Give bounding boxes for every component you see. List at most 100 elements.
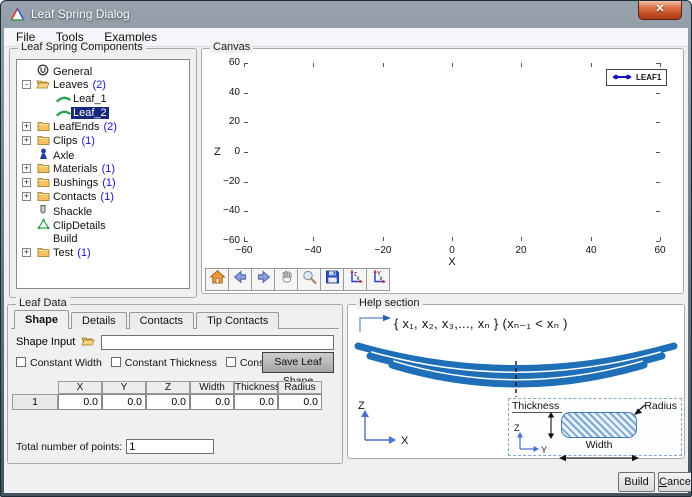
tree-item-clips[interactable]: +Clips(1) xyxy=(20,134,189,148)
constant-width-checkbox[interactable]: Constant Width xyxy=(16,357,102,369)
toolbar-save-button[interactable] xyxy=(320,268,344,291)
formula-row: { x₁, x₂, x₃,..., xₙ } (xₙ₋₁ < xₙ ) xyxy=(358,313,568,338)
tab-contacts[interactable]: Contacts xyxy=(129,312,194,329)
tree-item-axle[interactable]: Axle xyxy=(20,148,189,162)
tick-mark xyxy=(656,93,660,94)
open-folder-icon xyxy=(81,335,95,349)
row-number-cell: 1 xyxy=(12,394,58,410)
tree-item-materials[interactable]: +Materials(1) xyxy=(20,162,189,176)
col-header-y: Y xyxy=(102,381,146,394)
svg-text:Y: Y xyxy=(541,445,547,455)
tree-item-leaves[interactable]: - Leaves(2) xyxy=(20,78,189,92)
home-icon xyxy=(209,269,226,290)
constant-thickness-checkbox[interactable]: Constant Thickness xyxy=(111,357,217,369)
tree-item-label: Axle xyxy=(51,150,76,162)
save-leaf-shape-button[interactable]: Save Leaf Shape xyxy=(262,352,334,373)
leaf-spring-illustration xyxy=(350,337,682,406)
x-tick-label: −60 xyxy=(227,245,261,256)
tree-item-label: Bushings xyxy=(51,177,100,189)
tree-item-leaf-2[interactable]: Leaf_2 xyxy=(20,106,189,120)
shape-input-browse-button[interactable] xyxy=(79,335,97,350)
tick-mark xyxy=(244,241,248,242)
tree-item-count: (2) xyxy=(92,79,105,91)
tick-mark xyxy=(383,63,384,67)
cell-width[interactable]: 0.0 xyxy=(190,394,234,410)
cell-thickness[interactable]: 0.0 xyxy=(234,394,278,410)
canvas-group-label: Canvas xyxy=(210,41,253,53)
folder-icon xyxy=(35,120,51,135)
dialog-body: File Tools Examples Leaf Spring Componen… xyxy=(4,28,688,493)
expander-icon[interactable]: + xyxy=(22,136,31,145)
toolbar-axes-yx-button[interactable]: Yx xyxy=(366,268,390,291)
leaf-spring-dialog-window: Leaf Spring Dialog ✕ File Tools Examples… xyxy=(0,0,692,497)
toolbar-home-button[interactable] xyxy=(205,268,229,291)
toolbar-forward-button[interactable] xyxy=(251,268,275,291)
expander-icon[interactable]: + xyxy=(22,122,31,131)
tick-mark xyxy=(383,237,384,241)
help-group-label: Help section xyxy=(356,297,423,309)
cell-radius[interactable]: 0.0 xyxy=(278,394,322,410)
tree-item-contacts[interactable]: +Contacts(1) xyxy=(20,190,189,204)
canvas-group: Canvas −60−40−2002040606040200−20−40−60 … xyxy=(201,48,684,294)
cancel-button[interactable]: Cancel xyxy=(658,472,692,492)
tree-item-build[interactable]: Build xyxy=(20,232,189,246)
build-button[interactable]: Build xyxy=(618,472,655,492)
cell-x[interactable]: 0.0 xyxy=(58,394,102,410)
expander-icon[interactable]: + xyxy=(22,164,31,173)
leaf-icon xyxy=(55,107,71,121)
tick-mark xyxy=(244,122,248,123)
back-arrow-icon xyxy=(232,269,249,290)
tree-item-leafends[interactable]: +LeafEnds(2) xyxy=(20,120,189,134)
cell-y[interactable]: 0.0 xyxy=(102,394,146,410)
radius-label: Radius xyxy=(644,400,677,412)
toolbar-back-button[interactable] xyxy=(228,268,252,291)
x-tick-label: 40 xyxy=(574,245,608,256)
tree-item-label: Leaves xyxy=(51,79,90,91)
expander-icon[interactable]: + xyxy=(22,178,31,187)
tab-shape[interactable]: Shape xyxy=(14,310,69,329)
tick-mark xyxy=(656,241,660,242)
x-tick-label: 60 xyxy=(643,245,677,256)
axes-zx-icon: zx xyxy=(347,269,364,290)
tree-item-shackle[interactable]: Shackle xyxy=(20,204,189,218)
checkbox-icon xyxy=(111,357,121,367)
zx-axes-indicator: Z X xyxy=(356,398,416,455)
tree-item-test[interactable]: +Test(1) xyxy=(20,246,189,260)
expander-icon[interactable]: + xyxy=(22,192,31,201)
tick-mark xyxy=(656,122,660,123)
tick-mark xyxy=(591,237,592,241)
total-points-label: Total number of points: xyxy=(16,441,122,453)
tree-item-label: Build xyxy=(51,233,79,245)
legend-label: LEAF1 xyxy=(636,73,661,82)
folder-icon xyxy=(35,176,51,191)
tree-item-general[interactable]: General xyxy=(20,64,189,78)
close-button[interactable]: ✕ xyxy=(638,1,682,20)
leaf-data-tabs: Shape Details Contacts Tip Contacts xyxy=(14,310,281,329)
tab-details[interactable]: Details xyxy=(71,312,127,329)
tree-item-leaf-1[interactable]: Leaf_1 xyxy=(20,92,189,106)
tick-mark xyxy=(521,63,522,67)
total-points-input[interactable] xyxy=(126,439,214,454)
tree-item-label: General xyxy=(51,66,94,78)
y-tick-label: −60 xyxy=(207,235,240,246)
svg-text:x: x xyxy=(356,276,359,282)
toolbar-pan-button[interactable] xyxy=(274,268,298,291)
tree-item-label: Leaf_1 xyxy=(71,93,109,105)
tree-item-clipdetails[interactable]: ClipDetails xyxy=(20,218,189,232)
shape-input-field[interactable] xyxy=(101,335,334,350)
pan-hand-icon xyxy=(278,269,295,290)
shape-input-row: Shape Input xyxy=(16,334,334,350)
tab-tip-contacts[interactable]: Tip Contacts xyxy=(196,312,279,329)
cell-z[interactable]: 0.0 xyxy=(146,394,190,410)
tree-item-bushings[interactable]: +Bushings(1) xyxy=(20,176,189,190)
y-tick-label: 0 xyxy=(207,146,240,157)
folder-open-icon xyxy=(35,78,51,93)
titlebar[interactable]: Leaf Spring Dialog ✕ xyxy=(1,1,691,28)
plot-area[interactable]: −60−40−2002040606040200−20−40−60 xyxy=(244,63,660,241)
tick-mark xyxy=(244,152,248,153)
toolbar-axes-zx-button[interactable]: zx xyxy=(343,268,367,291)
expander-icon[interactable]: + xyxy=(22,248,31,257)
toolbar-zoom-button[interactable] xyxy=(297,268,321,291)
expander-icon[interactable]: - xyxy=(22,80,31,89)
component-tree[interactable]: General - Leaves(2) Leaf_1Leaf_2+LeafEnds(2… xyxy=(16,59,190,289)
